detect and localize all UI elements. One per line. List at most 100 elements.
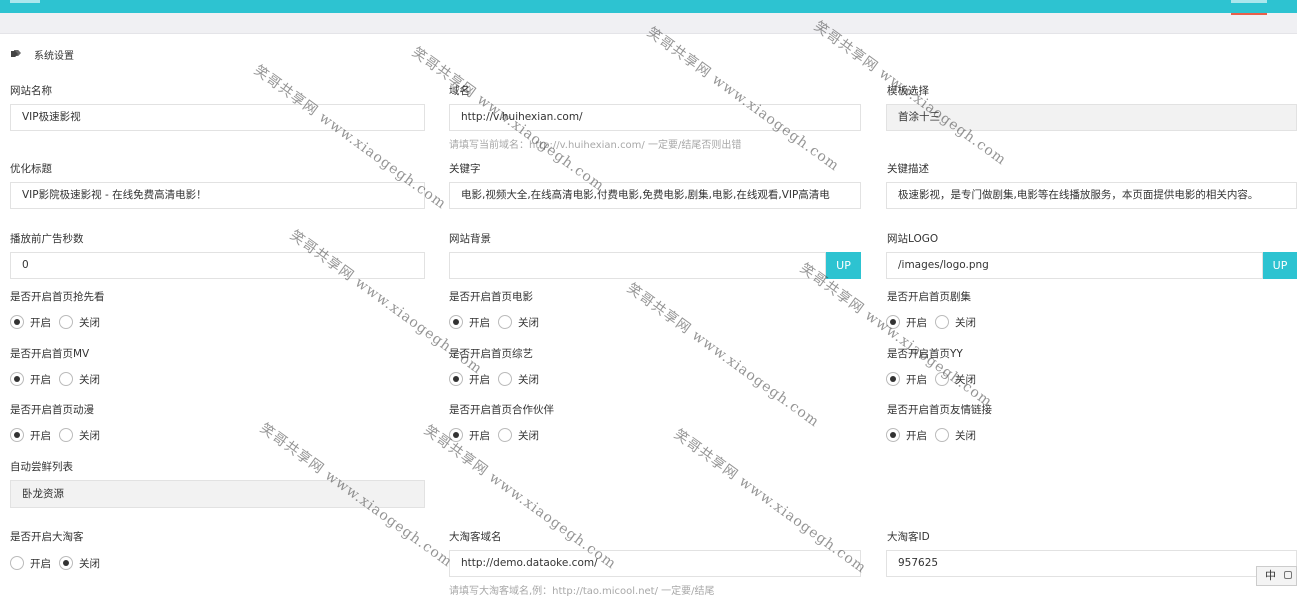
description-group: 关键描述 (887, 162, 929, 176)
home-series-on-radio[interactable] (886, 315, 900, 329)
home-series-off-text: 关闭 (955, 316, 976, 329)
watermark: 笑哥共享网 www.xiaogegh.com (796, 260, 996, 411)
home-variety-on-radio[interactable] (449, 372, 463, 386)
seo-title-group: 优化标题 (10, 162, 52, 176)
home-movie-on-text: 开启 (469, 316, 490, 329)
description-label: 关键描述 (887, 163, 929, 175)
site-name-group: 网站名称 (10, 84, 52, 98)
background-upload-button[interactable]: UP (826, 252, 861, 279)
home-preview-off-text: 关闭 (79, 316, 100, 329)
home-movie-on-radio[interactable] (449, 315, 463, 329)
background-input[interactable] (449, 252, 826, 279)
domain-input[interactable]: http://v.huihexian.com/ (449, 104, 861, 131)
home-mv-on-radio[interactable] (10, 372, 24, 386)
header-link-stub[interactable] (1231, 0, 1267, 3)
section-heading: 系统设置 (10, 47, 74, 62)
dataoke-on-radio[interactable] (10, 556, 24, 570)
keywords-input[interactable]: 电影,视频大全,在线高清电影,付费电影,免费电影,剧集,电影,在线观看,VIP高… (449, 182, 861, 209)
logo-input[interactable]: /images/logo.png (886, 252, 1263, 279)
tags-icon (10, 49, 22, 59)
home-movie-off-radio[interactable] (498, 315, 512, 329)
home-yy-on-radio[interactable] (886, 372, 900, 386)
ime-settings-icon (1284, 571, 1292, 579)
home-partners-label: 是否开启首页合作伙伴 (449, 404, 554, 416)
home-preview-label: 是否开启首页抢先看 (10, 291, 105, 303)
home-links-off-radio[interactable] (935, 428, 949, 442)
home-anime-radios: 开启 关闭 (10, 427, 100, 443)
logo-group: 网站LOGO (887, 232, 938, 246)
keywords-group: 关键字 (449, 162, 481, 176)
home-yy-label: 是否开启首页YY (887, 348, 963, 360)
home-anime-off-radio[interactable] (59, 428, 73, 442)
ime-label: 中 (1265, 569, 1276, 582)
keywords-label: 关键字 (449, 163, 481, 175)
background-group: 网站背景 (449, 232, 491, 246)
home-links-on-text: 开启 (906, 429, 927, 442)
home-movie-radios: 开启 关闭 (449, 314, 539, 330)
dtk-domain-input[interactable]: http://demo.dataoke.com/ (449, 550, 861, 577)
watermark: 笑哥共享网 www.xiaogegh.com (643, 24, 843, 175)
home-yy-on-text: 开启 (906, 373, 927, 386)
home-preview-off-radio[interactable] (59, 315, 73, 329)
ad-seconds-group: 播放前广告秒数 (10, 232, 84, 246)
home-anime-on-radio[interactable] (10, 428, 24, 442)
auto-resource-select[interactable]: 卧龙资源 (10, 480, 425, 508)
template-select[interactable]: 首涂十三 (886, 104, 1297, 131)
ime-indicator[interactable]: 中 (1256, 566, 1297, 586)
home-mv-on-text: 开启 (30, 373, 51, 386)
home-movie-off-text: 关闭 (518, 316, 539, 329)
home-partners-on-radio[interactable] (449, 428, 463, 442)
home-partners-off-radio[interactable] (498, 428, 512, 442)
site-name-label: 网站名称 (10, 85, 52, 97)
domain-label: 域名 (449, 85, 470, 97)
home-preview-on-text: 开启 (30, 316, 51, 329)
ad-seconds-input[interactable]: 0 (10, 252, 425, 279)
logo-label: 网站LOGO (887, 233, 939, 245)
top-header-bar (0, 0, 1297, 13)
home-mv-off-text: 关闭 (79, 373, 100, 386)
home-variety-off-radio[interactable] (498, 372, 512, 386)
home-variety-radios: 开启 关闭 (449, 371, 539, 387)
home-mv-label: 是否开启首页MV (10, 348, 90, 360)
dtk-domain-hint: 请填写大淘客域名,例：http://tao.micool.net/ 一定要/结尾 (449, 586, 715, 597)
home-preview-radios: 开启 关闭 (10, 314, 100, 330)
home-variety-label: 是否开启首页综艺 (449, 348, 533, 360)
home-series-radios: 开启 关闭 (886, 314, 976, 330)
auto-resource-label: 自动尝鲜列表 (10, 461, 73, 473)
home-anime-on-text: 开启 (30, 429, 51, 442)
seo-title-input[interactable]: VIP影院极速影视 - 在线免费高清电影！ (10, 182, 425, 209)
home-links-off-text: 关闭 (955, 429, 976, 442)
tab-strip (0, 13, 1297, 34)
home-partners-radios: 开启 关闭 (449, 427, 539, 443)
home-anime-off-text: 关闭 (79, 429, 100, 442)
dtk-id-input[interactable]: 957625 (886, 550, 1297, 577)
home-series-label: 是否开启首页剧集 (887, 291, 971, 303)
home-partners-off-text: 关闭 (518, 429, 539, 442)
dataoke-off-radio[interactable] (59, 556, 73, 570)
site-name-input[interactable]: VIP极速影视 (10, 104, 425, 131)
home-variety-off-text: 关闭 (518, 373, 539, 386)
home-mv-off-radio[interactable] (59, 372, 73, 386)
logo-upload-button[interactable]: UP (1263, 252, 1297, 279)
dtk-domain-label: 大淘客域名 (449, 531, 502, 543)
home-partners-on-text: 开启 (469, 429, 490, 442)
home-anime-label: 是否开启首页动漫 (10, 404, 94, 416)
watermark: 笑哥共享网 www.xiaogegh.com (623, 280, 823, 431)
home-links-on-radio[interactable] (886, 428, 900, 442)
home-series-off-radio[interactable] (935, 315, 949, 329)
home-links-radios: 开启 关闭 (886, 427, 976, 443)
section-title-text: 系统设置 (34, 50, 74, 62)
dtk-id-label: 大淘客ID (887, 531, 930, 543)
header-title-stub (10, 0, 40, 3)
dataoke-radios: 开启 关闭 (10, 555, 100, 571)
home-preview-on-radio[interactable] (10, 315, 24, 329)
dataoke-on-text: 开启 (30, 557, 51, 570)
domain-hint: 请填写当前域名：http://v.huihexian.com/ 一定要/结尾否则… (449, 140, 742, 151)
home-yy-off-text: 关闭 (955, 373, 976, 386)
description-input[interactable]: 极速影视，是专门做剧集,电影等在线播放服务，本页面提供电影的相关内容。 (886, 182, 1297, 209)
home-movie-label: 是否开启首页电影 (449, 291, 533, 303)
home-mv-radios: 开启 关闭 (10, 371, 100, 387)
template-group: 模板选择 (887, 84, 929, 98)
home-links-label: 是否开启首页友情链接 (887, 404, 992, 416)
home-yy-off-radio[interactable] (935, 372, 949, 386)
